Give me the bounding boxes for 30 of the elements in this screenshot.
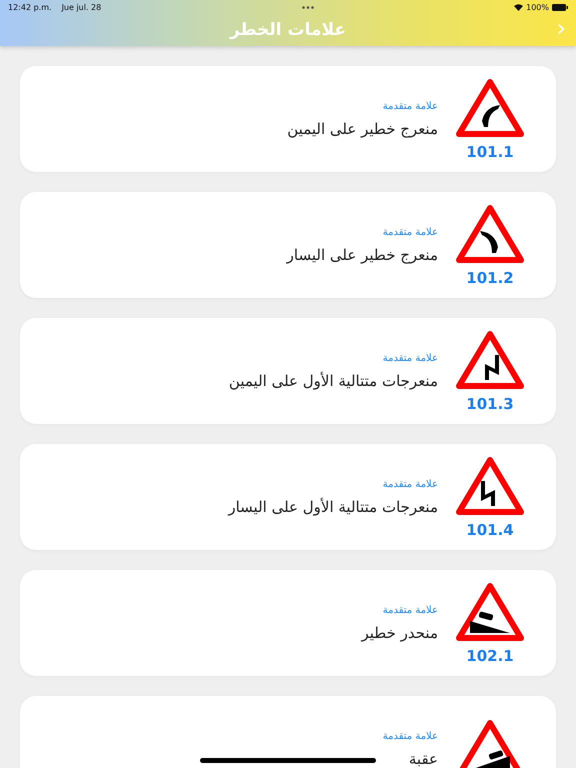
- sign-category: علامة متقدمة: [382, 100, 438, 112]
- sign-title: منعرجات متتالية الأول على اليسار: [228, 498, 438, 516]
- status-time: 12:42 p.m.: [8, 2, 52, 12]
- sign-title: منحدر خطير: [361, 624, 438, 642]
- more-icon: [302, 6, 314, 8]
- warning-sign-icon: [455, 203, 525, 265]
- sign-category: علامة متقدمة: [382, 604, 438, 616]
- sign-code: 101.2: [466, 269, 514, 287]
- sign-title: منعرج خطير على اليسار: [286, 246, 438, 264]
- battery-icon: [552, 4, 568, 10]
- sign-category: علامة متقدمة: [382, 478, 438, 490]
- status-date: Jue jul. 28: [62, 2, 102, 12]
- sign-title: عقبة: [408, 750, 438, 768]
- sign-category: علامة متقدمة: [382, 352, 438, 364]
- warning-sign-icon: [455, 455, 525, 517]
- warning-sign-icon: [455, 77, 525, 139]
- sign-code: 101.4: [466, 521, 514, 539]
- sign-title: منعرجات متتالية الأول على اليمين: [228, 372, 438, 390]
- sign-code: 101.1: [466, 143, 514, 161]
- warning-sign-icon: [455, 329, 525, 391]
- warning-sign-icon: [455, 581, 525, 643]
- sign-card[interactable]: علامة متقدمة عقبة: [20, 696, 556, 768]
- sign-code: 102.1: [466, 647, 514, 665]
- sign-category: علامة متقدمة: [382, 226, 438, 238]
- sign-title: منعرج خطير على اليمين: [287, 120, 438, 138]
- sign-category: علامة متقدمة: [382, 730, 438, 742]
- sign-code: 101.3: [466, 395, 514, 413]
- wifi-icon: [514, 4, 524, 10]
- screen-title: علامات الخطر: [230, 20, 346, 40]
- battery-percent: 100%: [526, 2, 549, 12]
